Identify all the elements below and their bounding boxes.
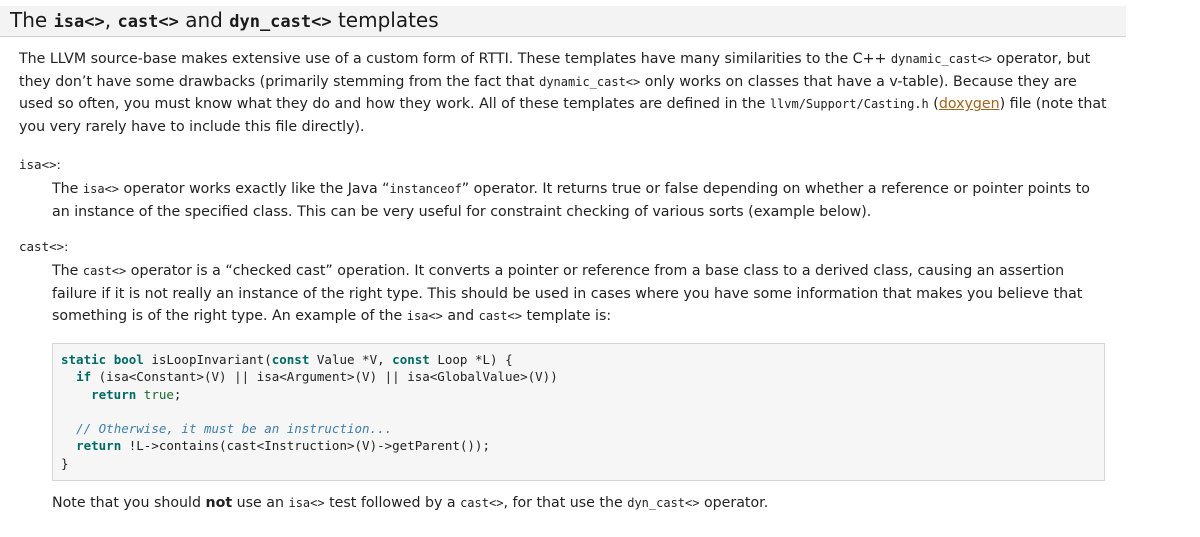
intro-paragraph: The LLVM source-base makes extensive use… [19,48,1109,139]
intro-code-1: dynamic_cast<> [890,52,993,66]
cast-text-4: template is: [521,308,612,325]
isa-code-2: instanceof [389,182,462,196]
code-example: static bool isLoopInvariant(const Value … [52,343,1105,481]
cast-text-1: The [52,263,83,279]
heading-sep2: and [178,8,230,32]
code-keyword: const [271,352,310,367]
note-text-5: operator. [699,495,769,511]
intro-code-2: dynamic_cast<> [539,74,641,89]
heading-prefix: The [10,8,54,32]
heading-dyn-cast: dyn_cast<> [229,12,332,32]
code-keyword: bool [113,352,144,367]
cast-code-3: cast<> [478,309,522,324]
note-text-1: Note that you should [52,495,206,511]
cast-term-colon: : [64,239,69,254]
code-keyword: static [61,352,107,367]
note-code-3: dyn_cast<> [627,496,700,510]
code-text: isLoopInvariant( [143,352,272,367]
cast-description: The cast<> operator is a “checked cast” … [52,260,1112,328]
isa-term-colon: : [56,157,61,172]
code-text: } [61,455,69,471]
section-heading: The isa<>, cast<> and dyn_cast<> templat… [0,6,1126,37]
code-keyword: if [76,369,92,385]
isa-term: isa<>: [19,157,61,172]
heading-sep1: , [104,8,118,32]
note-text-2: use an [232,495,289,511]
doxygen-link[interactable]: doxygen [939,96,1000,112]
heading-suffix: templates [331,8,439,32]
heading-isa: isa<> [53,12,105,32]
note-code-2: cast<> [460,496,504,510]
heading-cast: cast<> [117,12,179,32]
note-text-4: , for that use the [503,495,628,511]
code-keyword: return [91,386,137,402]
cast-term-label: cast<> [19,239,65,254]
code-keyword: const [392,352,430,367]
code-keyword: return [76,438,122,454]
note-code-1: isa<> [288,496,325,510]
cast-code-2: isa<> [406,309,443,324]
code-literal: true [143,386,174,402]
isa-description: The isa<> operator works exactly like th… [52,178,1112,223]
note-paragraph: Note that you should not use an isa<> te… [52,495,768,511]
intro-text-1: The LLVM source-base makes extensive use… [19,51,891,67]
code-text: !L->contains(cast<Instruction>(V)->getPa… [121,438,490,454]
isa-code-1: isa<> [82,182,120,196]
isa-text-1: The [52,181,83,197]
note-emphasis: not [205,495,233,511]
intro-code-3: llvm/Support/Casting.h [769,97,929,112]
code-text: Loop *L) { [429,352,513,367]
isa-term-label: isa<> [19,157,57,172]
cast-text-3: and [442,308,479,325]
code-text: Value *V, [309,352,393,367]
code-text: (isa<Constant>(V) || isa<Argument>(V) ||… [91,369,558,385]
cast-code-1: cast<> [82,264,127,278]
note-text-3: test followed by a [324,495,461,511]
code-comment: // Otherwise, it must be an instruction.… [76,421,393,437]
cast-term: cast<>: [19,239,68,254]
code-text: ; [173,386,182,402]
isa-text-2: operator works exactly like the Java “ [119,181,390,197]
